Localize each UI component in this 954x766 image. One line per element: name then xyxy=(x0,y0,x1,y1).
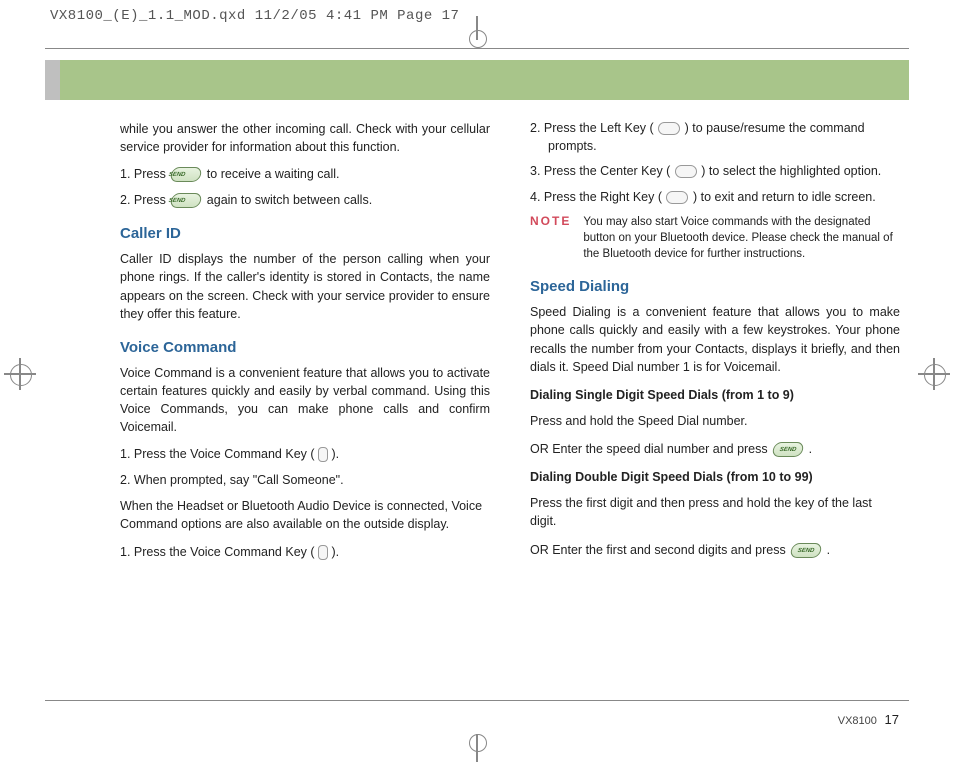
send-key-icon: SEND xyxy=(790,543,823,558)
sd-single-heading: Dialing Single Digit Speed Dials (from 1… xyxy=(530,386,900,404)
voice-key-icon xyxy=(318,545,328,560)
center-key-icon xyxy=(675,165,697,178)
sd-double-2: OR Enter the first and second digits and… xyxy=(530,541,900,559)
footer-model: VX8100 xyxy=(838,715,877,727)
voice-key-icon xyxy=(318,447,328,462)
right-column: 2. Press the Left Key ( ) to pause/resum… xyxy=(530,120,900,569)
sd-single-1: Press and hold the Speed Dial number. xyxy=(530,412,900,430)
voice-command-text: Voice Command is a convenient feature th… xyxy=(120,364,490,437)
registration-mark-left-icon xyxy=(8,362,32,386)
cw-step-2: 2. Press SEND again to switch between ca… xyxy=(120,192,490,210)
voice-command-heading: Voice Command xyxy=(120,339,490,356)
send-key-icon: SEND xyxy=(772,442,805,457)
crop-mark-top-icon xyxy=(471,22,483,42)
note-block: NOTE You may also start Voice commands w… xyxy=(530,214,900,262)
sd-single-2: OR Enter the speed dial number and press… xyxy=(530,440,900,458)
page-footer: VX8100 17 xyxy=(838,712,899,727)
vc-step-1b: 1. Press the Voice Command Key ( ). xyxy=(120,544,490,562)
caller-id-heading: Caller ID xyxy=(120,225,490,242)
header-band xyxy=(60,60,909,100)
left-key-icon xyxy=(658,122,680,135)
speed-dialing-heading: Speed Dialing xyxy=(530,278,900,295)
sd-double-heading: Dialing Double Digit Speed Dials (from 1… xyxy=(530,468,900,486)
vc-step-4-right: 4. Press the Right Key ( ) to exit and r… xyxy=(530,189,900,207)
right-key-icon xyxy=(666,191,688,204)
bottom-rule xyxy=(45,700,909,701)
gray-tab xyxy=(45,60,60,100)
speed-dialing-text: Speed Dialing is a convenient feature th… xyxy=(530,303,900,376)
vc-step-2-right: 2. Press the Left Key ( ) to pause/resum… xyxy=(530,120,900,155)
crop-mark-bottom-icon xyxy=(471,734,483,758)
vc-step-1: 1. Press the Voice Command Key ( ). xyxy=(120,446,490,464)
vc-headset-note: When the Headset or Bluetooth Audio Devi… xyxy=(120,497,490,533)
vc-step-3-right: 3. Press the Center Key ( ) to select th… xyxy=(530,163,900,181)
note-text: You may also start Voice commands with t… xyxy=(583,214,900,262)
vc-step-2: 2. When prompted, say "Call Someone". xyxy=(120,472,490,490)
send-key-icon: SEND xyxy=(170,167,203,182)
note-label: NOTE xyxy=(530,214,571,262)
sd-double-1: Press the first digit and then press and… xyxy=(530,494,900,530)
registration-mark-right-icon xyxy=(922,362,946,386)
page-body: while you answer the other incoming call… xyxy=(120,120,900,569)
call-waiting-intro: while you answer the other incoming call… xyxy=(120,120,490,156)
send-key-icon: SEND xyxy=(170,193,203,208)
caller-id-text: Caller ID displays the number of the per… xyxy=(120,250,490,323)
cw-step-1: 1. Press SEND to receive a waiting call. xyxy=(120,166,490,184)
footer-page-number: 17 xyxy=(885,712,899,727)
top-rule xyxy=(45,48,909,49)
left-column: while you answer the other incoming call… xyxy=(120,120,490,569)
